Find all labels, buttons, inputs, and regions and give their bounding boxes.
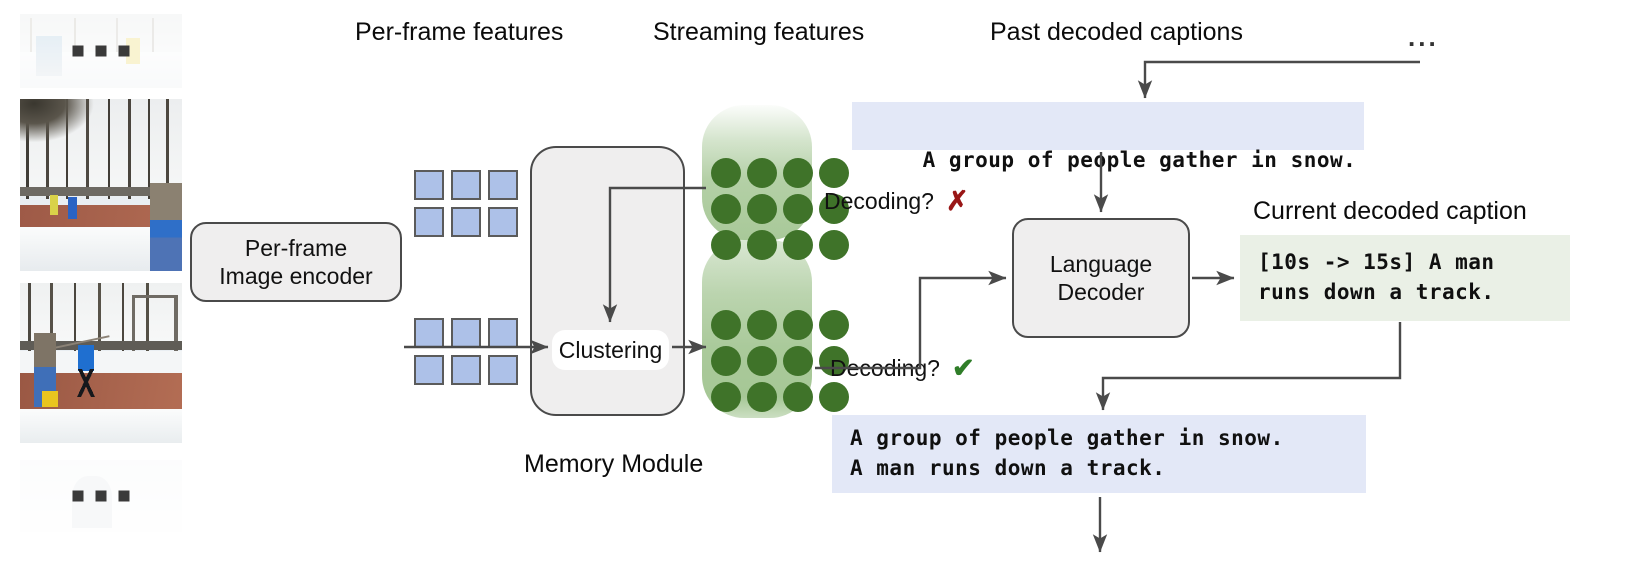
- arrow-sequence-into-past-captions: [1137, 60, 1420, 99]
- arrow-current-to-accumulated: [1095, 322, 1402, 411]
- arrow-memory-to-language-decoder: [815, 270, 1007, 370]
- diagram-canvas: Per-frame features Streaming features Pa…: [0, 0, 1634, 566]
- connector-arrows: [404, 60, 1420, 553]
- arrow-memory-recurrent-to-clustering: [602, 186, 706, 323]
